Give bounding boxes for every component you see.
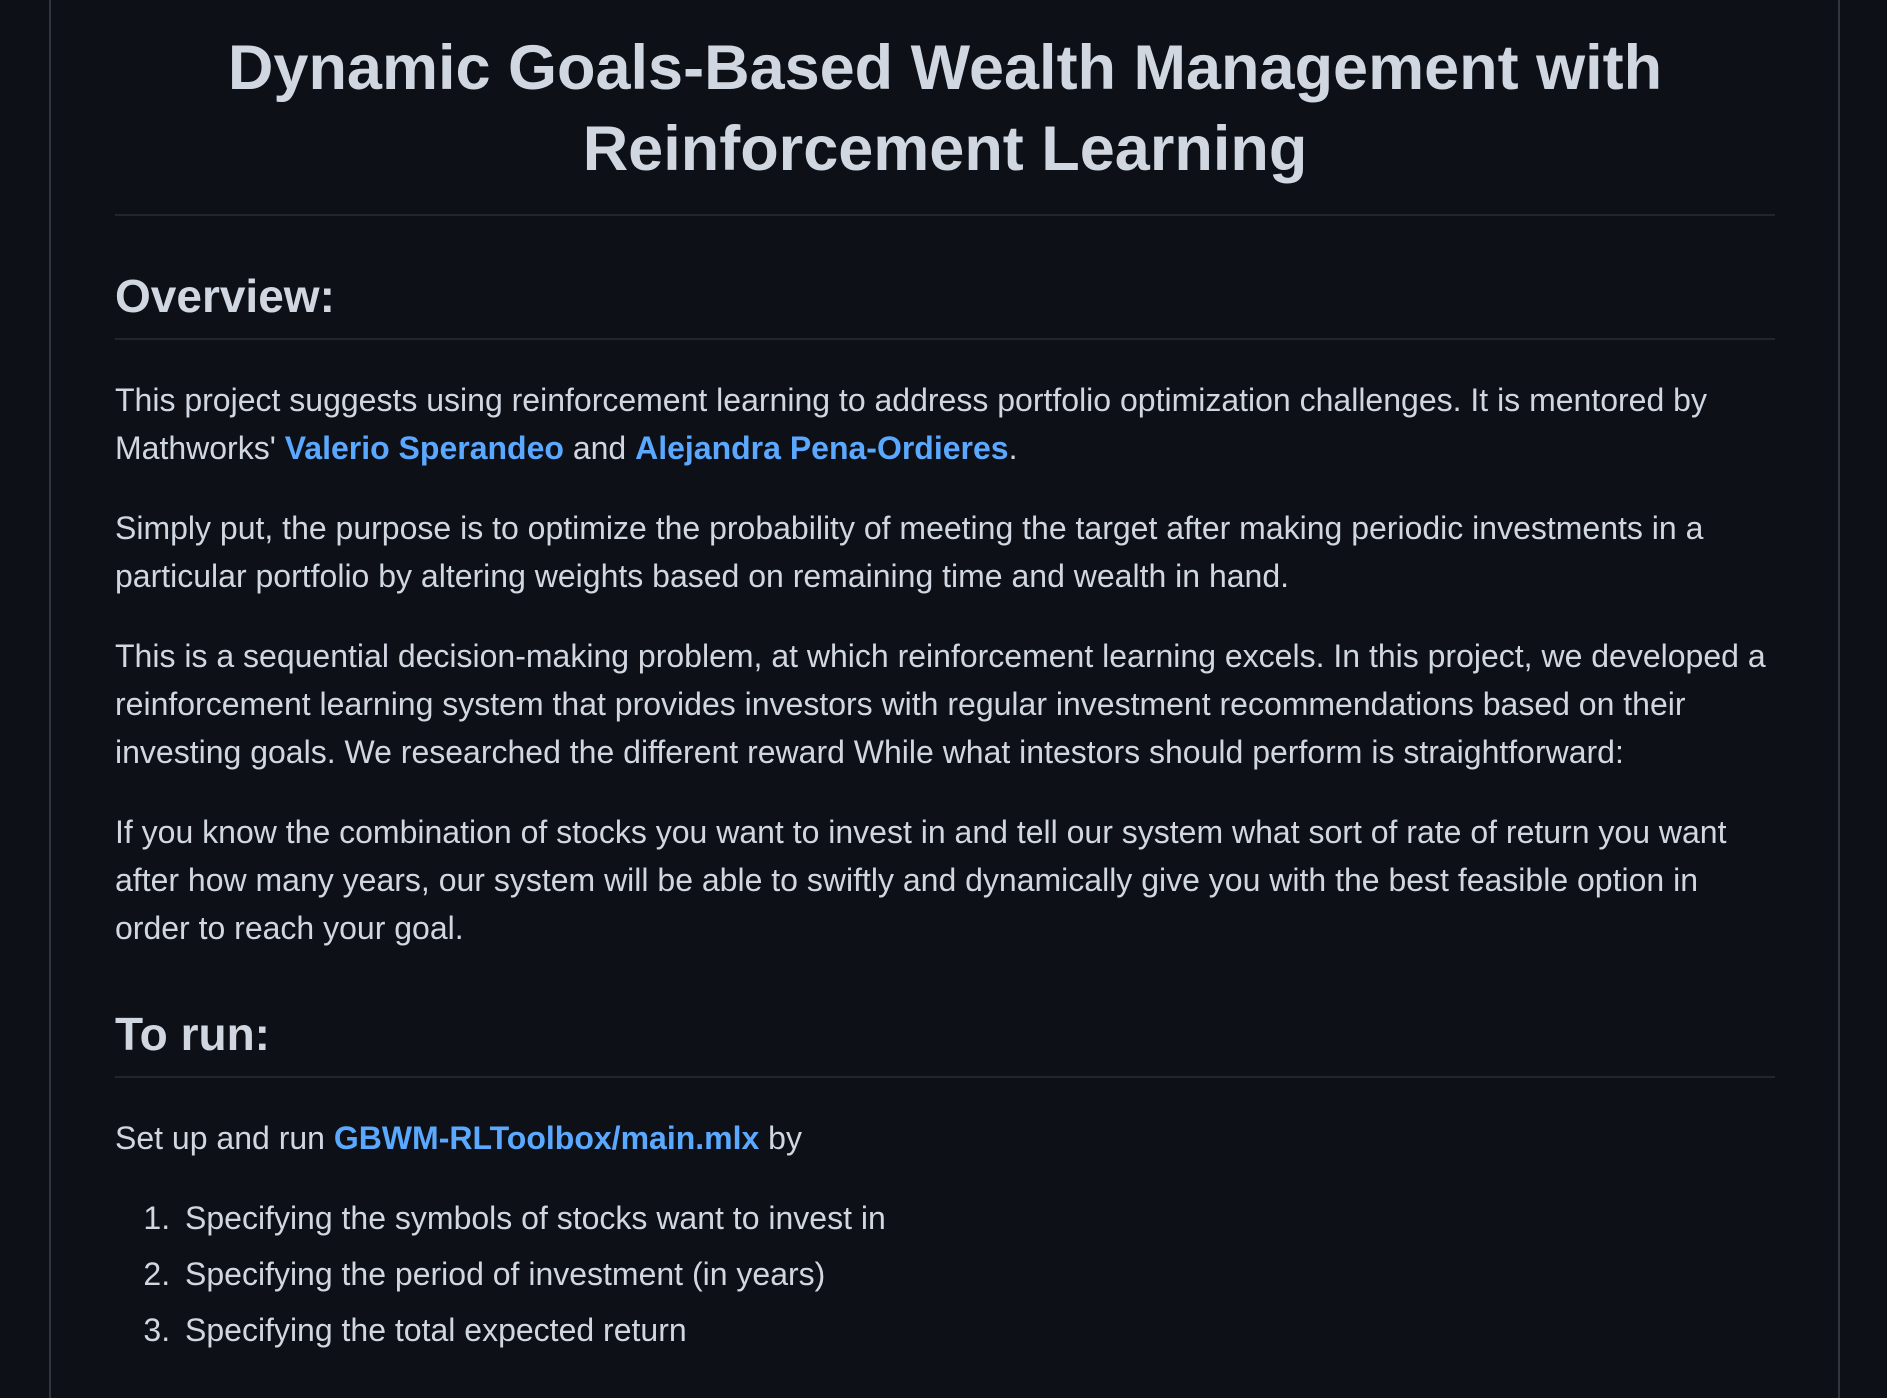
to-run-intro-by: by <box>759 1120 802 1156</box>
mentor-link-valerio[interactable]: Valerio Sperandeo <box>285 430 564 466</box>
overview-heading: Overview: <box>115 266 1775 340</box>
steps-list: Specifying the symbols of stocks want to… <box>115 1194 1775 1354</box>
list-item: Specifying the symbols of stocks want to… <box>179 1194 1775 1242</box>
main-mlx-link[interactable]: GBWM-RLToolbox/main.mlx <box>334 1120 759 1156</box>
overview-paragraph-1: This project suggests using reinforcemen… <box>115 376 1775 472</box>
overview-paragraph-2: Simply put, the purpose is to optimize t… <box>115 510 1704 594</box>
overview-paragraph-3: This is a sequential decision-making pro… <box>115 638 1766 770</box>
overview-p1-period: . <box>1008 430 1018 466</box>
overview-paragraph-4: If you know the combination of stocks yo… <box>115 814 1727 946</box>
to-run-heading: To run: <box>115 1004 1775 1078</box>
page-title: Dynamic Goals-Based Wealth Management wi… <box>115 0 1775 216</box>
mentor-link-alejandra[interactable]: Alejandra Pena-Ordieres <box>635 430 1008 466</box>
to-run-intro: Set up and run GBWM-RLToolbox/main.mlx b… <box>115 1114 1775 1162</box>
overview-p1-and: and <box>563 430 636 466</box>
list-item: Specifying the total expected return <box>179 1306 1775 1354</box>
list-item: Specifying the period of investment (in … <box>179 1250 1775 1298</box>
to-run-intro-text: Set up and run <box>115 1120 334 1156</box>
readme-article: Dynamic Goals-Based Wealth Management wi… <box>115 0 1775 1362</box>
